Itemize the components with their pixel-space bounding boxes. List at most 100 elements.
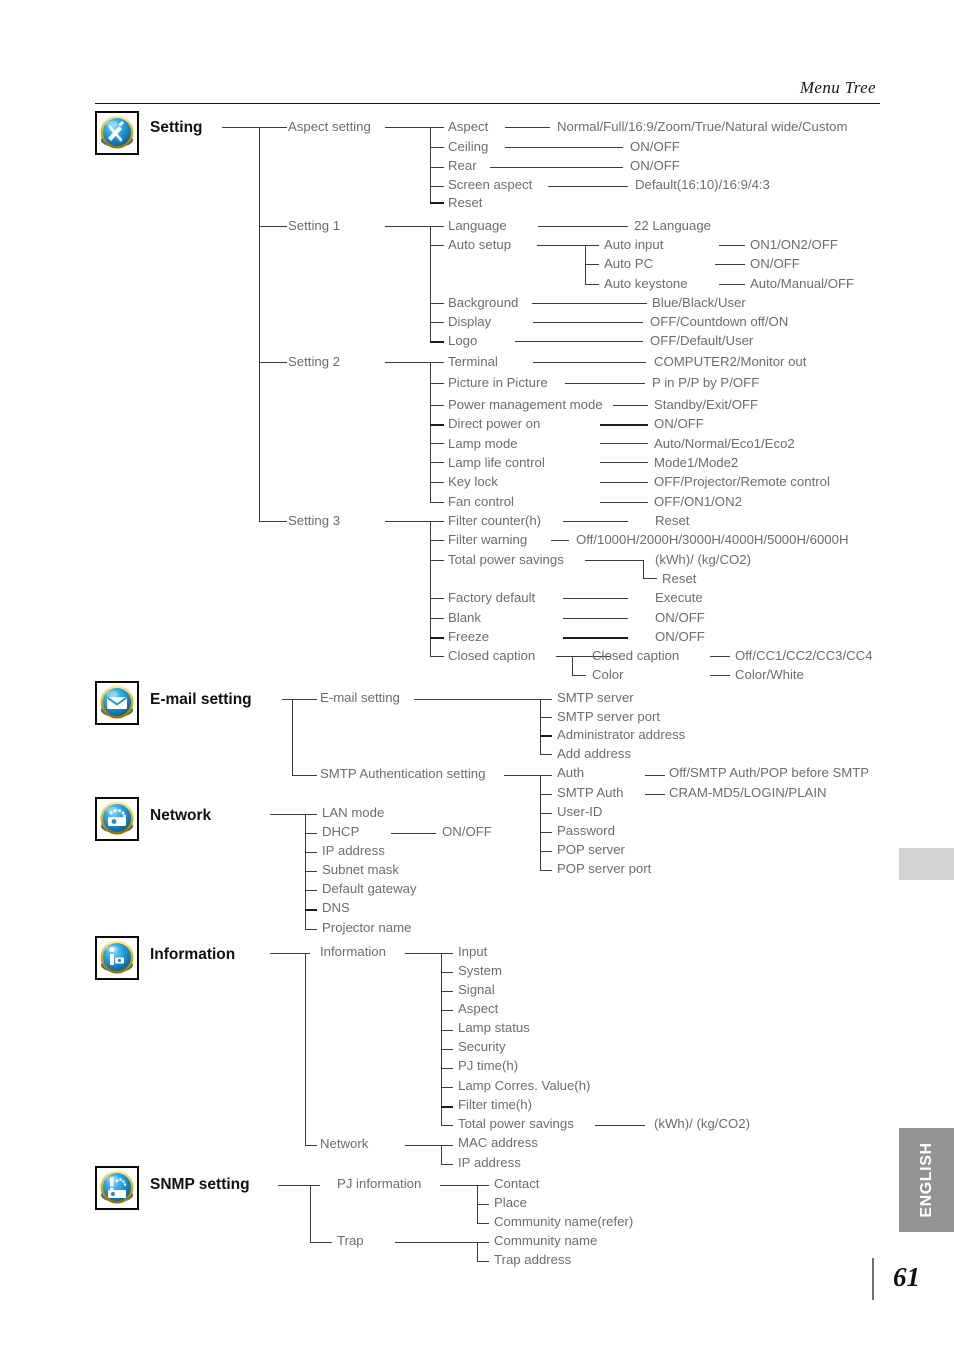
node-place: Place	[494, 1195, 527, 1210]
connector	[441, 991, 453, 992]
connector-spine	[305, 953, 306, 1145]
connector	[505, 147, 623, 148]
node-closed-caption-sub: Closed caption	[592, 648, 680, 663]
connector	[477, 1223, 489, 1224]
node-display: Display	[448, 314, 492, 329]
node-logo: Logo	[448, 333, 478, 348]
connector	[305, 890, 317, 891]
value-closed-caption-color: Color/White	[735, 667, 804, 682]
connector	[540, 717, 552, 718]
connector	[540, 754, 552, 755]
connector	[441, 1164, 453, 1165]
section-title-setting: Setting	[150, 119, 203, 136]
value-total-power-savings-units: (kWh)/ (kg/CO2)	[655, 552, 751, 567]
node-pj-time: PJ time(h)	[458, 1058, 519, 1073]
connector	[441, 953, 453, 954]
node-blank: Blank	[448, 610, 481, 625]
connector	[305, 909, 317, 911]
page-number-divider	[872, 1258, 874, 1300]
value-display: OFF/Countdown off/ON	[650, 314, 789, 329]
connector	[292, 775, 317, 776]
connector	[430, 322, 444, 323]
connector	[540, 870, 552, 871]
node-filter-time: Filter time(h)	[458, 1097, 532, 1112]
connector	[548, 186, 628, 187]
connector	[430, 482, 444, 483]
value-freeze: ON/OFF	[655, 629, 705, 644]
node-lamp-mode: Lamp mode	[448, 436, 518, 451]
connector	[430, 245, 444, 246]
connector-spine	[430, 127, 431, 203]
menu-tree-page: Menu Tree ENGLISH 61 Setting E-mail sett…	[0, 0, 954, 1350]
connector	[430, 303, 444, 304]
value-fan-control: OFF/ON1/ON2	[654, 494, 742, 509]
node-terminal: Terminal	[448, 354, 498, 369]
side-tab-blank	[899, 848, 954, 880]
node-setting-3: Setting 3	[288, 513, 341, 528]
connector	[719, 245, 745, 246]
connector	[305, 1145, 317, 1146]
connector	[430, 540, 444, 541]
connector	[305, 833, 317, 834]
connector	[430, 502, 444, 503]
node-direct-power-on: Direct power on	[448, 416, 541, 431]
section-title-email-setting: E-mail setting	[150, 691, 252, 708]
node-security: Security	[458, 1039, 506, 1054]
connector	[441, 1087, 453, 1088]
node-subnet-mask: Subnet mask	[322, 862, 399, 877]
value-language: 22 Language	[634, 218, 712, 233]
node-add-address: Add address	[557, 746, 632, 761]
connector	[430, 226, 444, 227]
node-aspect-info: Aspect	[458, 1001, 499, 1016]
connector	[710, 656, 730, 657]
connector	[540, 794, 552, 795]
connector	[430, 383, 444, 384]
value-direct-power-on: ON/OFF	[654, 416, 704, 431]
node-fan-control: Fan control	[448, 494, 514, 509]
node-lan-mode: LAN mode	[322, 805, 385, 820]
connector	[270, 953, 310, 954]
connector	[270, 814, 305, 815]
connector-spine	[540, 699, 541, 755]
connector	[430, 618, 444, 619]
value-auto-pc: ON/OFF	[750, 256, 800, 271]
connector	[585, 264, 599, 265]
value-background: Blue/Black/User	[652, 295, 746, 310]
node-network-group: Network	[320, 1136, 369, 1151]
connector	[572, 675, 586, 676]
connector-spine	[585, 245, 586, 285]
value-aspect: Normal/Full/16:9/Zoom/True/Natural wide/…	[557, 119, 848, 134]
connector	[537, 245, 585, 246]
node-contact: Contact	[494, 1176, 540, 1191]
connector	[715, 264, 745, 265]
value-terminal: COMPUTER2/Monitor out	[654, 354, 807, 369]
side-tab-english: ENGLISH	[899, 1128, 954, 1232]
node-dns: DNS	[322, 900, 350, 915]
value-ceiling: ON/OFF	[630, 139, 680, 154]
node-default-gateway: Default gateway	[322, 881, 417, 896]
node-auto-input: Auto input	[604, 237, 664, 252]
connector	[441, 1030, 453, 1031]
value-auth: Off/SMTP Auth/POP before SMTP	[669, 765, 870, 780]
connector	[585, 284, 599, 285]
node-auth: Auth	[557, 765, 585, 780]
connector	[430, 424, 444, 426]
connector	[441, 1068, 453, 1069]
connector	[563, 618, 628, 619]
snmp-icon	[95, 1166, 139, 1210]
connector-spine	[572, 656, 573, 675]
value-lamp-life-control: Mode1/Mode2	[654, 455, 739, 470]
connector	[259, 521, 287, 522]
connector	[395, 1242, 477, 1243]
node-email-setting: E-mail setting	[320, 690, 400, 705]
node-aspect-setting: Aspect setting	[288, 119, 371, 134]
node-pj-information: PJ information	[337, 1176, 422, 1191]
node-filter-warning: Filter warning	[448, 532, 528, 547]
connector	[430, 405, 444, 406]
node-information-group: Information	[320, 944, 386, 959]
node-dhcp: DHCP	[322, 824, 360, 839]
envelope-icon	[95, 681, 139, 725]
connector	[585, 245, 599, 246]
connector	[477, 1185, 489, 1186]
connector	[533, 322, 643, 323]
